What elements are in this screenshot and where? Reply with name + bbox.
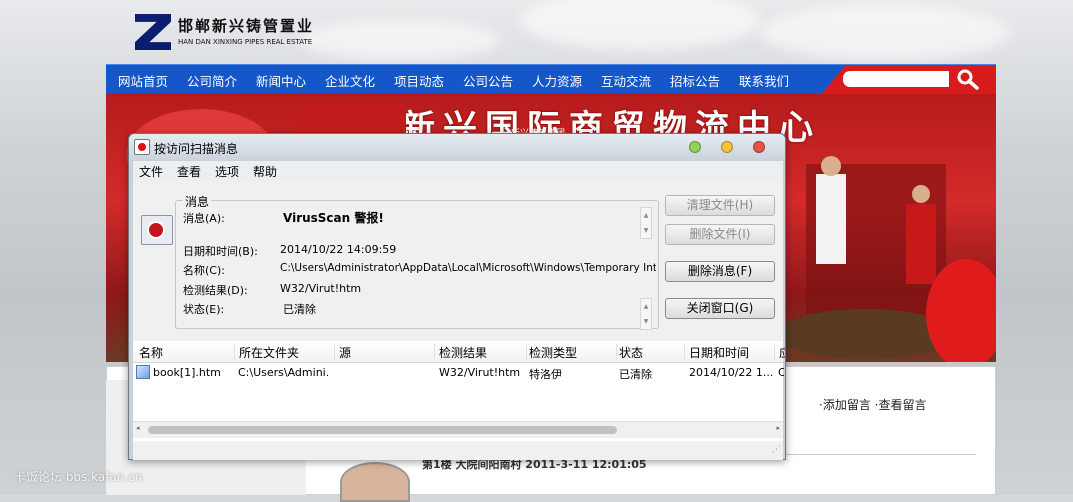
column-extra[interactable]: 应 [779, 344, 785, 360]
forum-watermark: 卡饭论坛 bbs.kafan.cn [14, 470, 143, 484]
status-label: 状态(E): [183, 303, 225, 316]
delete-file-button[interactable]: 删除文件(I) [665, 224, 775, 245]
nav-item-home[interactable]: 网站首页 [118, 71, 168, 90]
delete-message-button[interactable]: 删除消息(F) [665, 261, 775, 282]
site-logo[interactable]: 邯郸新兴铸管置业 HAN DAN XINXING PIPES REAL ESTA… [135, 14, 312, 52]
nav-item-interaction[interactable]: 互动交流 [601, 71, 651, 90]
row-detection-type: 特洛伊 [529, 368, 562, 381]
file-icon [136, 365, 150, 379]
column-name[interactable]: 名称 [139, 344, 235, 360]
row-folder: C:\Users\Admini... [238, 366, 330, 379]
nav-item-notices[interactable]: 公司公告 [463, 71, 513, 90]
column-detection-type[interactable]: 检测类型 [529, 344, 617, 360]
window-statusbar: ⋰ [133, 443, 783, 459]
column-datetime[interactable]: 日期和时间 [689, 344, 775, 360]
close-window-button[interactable]: 关闭窗口(G) [665, 298, 775, 319]
status-scrollbar[interactable]: ▲ ▼ [640, 298, 652, 330]
search-icon[interactable] [955, 68, 981, 90]
menu-file[interactable]: 文件 [139, 163, 163, 180]
nav-item-contact[interactable]: 联系我们 [739, 71, 789, 90]
maximize-icon[interactable] [689, 141, 701, 153]
horizontal-scrollbar[interactable]: ◂ ▸ [133, 421, 783, 438]
row-extra: C... [778, 366, 784, 379]
alert-shield-icon [141, 215, 173, 245]
menu-options[interactable]: 选项 [215, 163, 239, 180]
datetime-label: 日期和时间(B): [183, 245, 258, 258]
column-detection[interactable]: 检测结果 [439, 344, 527, 360]
detection-value: W32/Virut!htm [280, 282, 362, 295]
column-folder[interactable]: 所在文件夹 [239, 344, 335, 360]
row-datetime: 2014/10/22 1... [689, 366, 774, 379]
clean-file-button[interactable]: 清理文件(H) [665, 195, 775, 216]
name-label: 名称(C): [183, 264, 225, 277]
close-icon[interactable] [753, 141, 765, 153]
column-status[interactable]: 状态 [619, 344, 685, 360]
virusscan-app-icon [134, 139, 150, 155]
site-search-input[interactable] [843, 71, 949, 87]
column-source[interactable]: 源 [339, 344, 435, 360]
minimize-icon[interactable] [721, 141, 733, 153]
cloud-decoration [520, 0, 760, 50]
nav-item-culture[interactable]: 企业文化 [325, 71, 375, 90]
logo-chinese-name: 邯郸新兴铸管置业 [178, 17, 315, 35]
nav-item-about[interactable]: 公司简介 [187, 71, 237, 90]
cloud-decoration [300, 20, 500, 60]
message-group-legend: 消息 [183, 193, 212, 210]
scrollbar-thumb[interactable] [148, 426, 617, 434]
datetime-value: 2014/10/22 14:09:59 [280, 243, 397, 256]
row-detection: W32/Virut!htm [439, 366, 521, 379]
scroll-left-icon[interactable]: ◂ [136, 424, 140, 432]
logo-z-icon [135, 14, 171, 50]
menu-help[interactable]: 帮助 [253, 163, 277, 180]
window-titlebar[interactable]: 按访问扫描消息 [129, 134, 785, 160]
resize-grip-icon[interactable]: ⋰ [772, 445, 781, 455]
status-value: 已清除 [283, 303, 316, 316]
virusscan-alert-window: 按访问扫描消息 文件 查看 选项 帮助 消息 消息(A): VirusScan … [128, 133, 786, 460]
guestbook-links[interactable]: ·添加留言 ·查看留言 [819, 396, 926, 413]
name-value: C:\Users\Administrator\AppData\Local\Mic… [280, 262, 656, 274]
logo-english-name: HAN DAN XINXING PIPES REAL ESTATE [178, 38, 313, 46]
row-status: 已清除 [619, 368, 652, 381]
row-name: book[1].htm [153, 366, 221, 379]
detection-label: 检测结果(D): [183, 284, 248, 297]
table-row[interactable]: book[1].htm C:\Users\Admini... W32/Virut… [133, 363, 784, 381]
nav-item-hr[interactable]: 人力资源 [532, 71, 582, 90]
message-value: VirusScan 警报! [283, 211, 384, 225]
menu-view[interactable]: 查看 [177, 163, 201, 180]
scroll-right-icon[interactable]: ▸ [776, 424, 780, 432]
cloud-decoration [760, 5, 1010, 60]
window-title: 按访问扫描消息 [154, 142, 239, 156]
nav-item-tender[interactable]: 招标公告 [670, 71, 720, 90]
results-list-header: 名称 所在文件夹 源 检测结果 检测类型 状态 日期和时间 应 [133, 341, 785, 363]
message-scrollbar[interactable]: ▲ ▼ [640, 207, 652, 239]
window-menubar: 文件 查看 选项 帮助 [133, 161, 783, 181]
message-label: 消息(A): [183, 212, 225, 225]
avatar [340, 462, 410, 502]
nav-item-projects[interactable]: 项目动态 [394, 71, 444, 90]
nav-item-news[interactable]: 新闻中心 [256, 71, 306, 90]
